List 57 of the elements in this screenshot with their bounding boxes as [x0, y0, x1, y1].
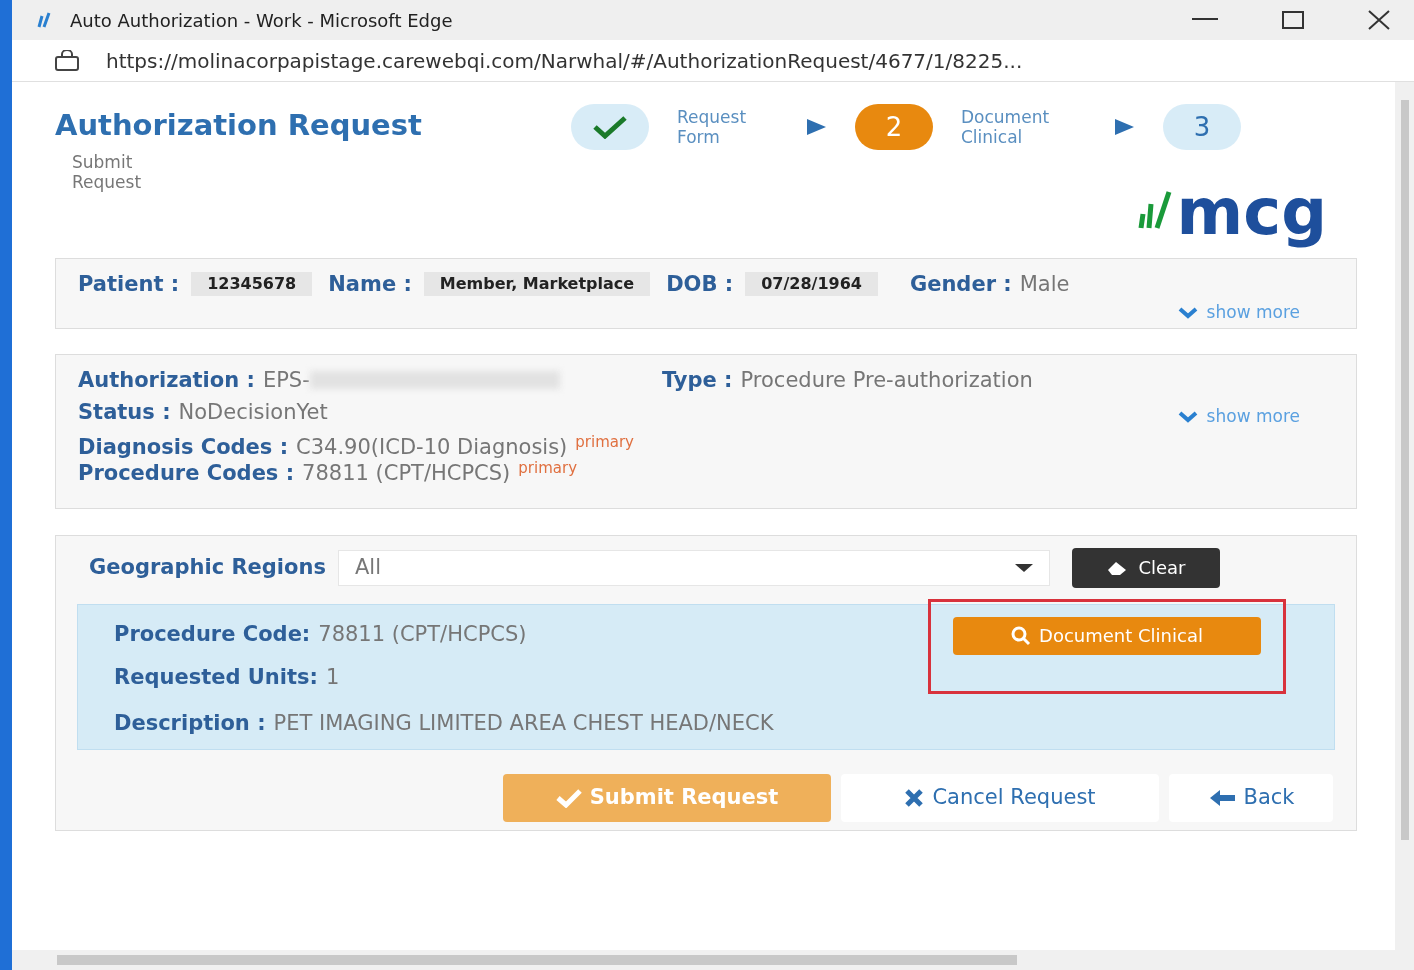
- regions-label: Geographic Regions: [89, 553, 326, 581]
- field-label: Diagnosis Codes :: [78, 433, 289, 460]
- check-icon: [555, 788, 582, 808]
- field-value: 78811 (CPT/HCPCS): [318, 620, 527, 648]
- field-value: 78811 (CPT/HCPCS): [302, 459, 511, 486]
- field-label: Requested Units:: [114, 664, 318, 691]
- field-value: C34.90(ICD-10 Diagnosis): [296, 433, 568, 460]
- chevron-down-icon: [1176, 410, 1199, 423]
- page-title: Authorization Request: [55, 107, 423, 144]
- show-more-link[interactable]: show more: [1206, 300, 1300, 326]
- field-label: Status :: [78, 399, 171, 426]
- horizontal-scrollbar-thumb[interactable]: [57, 955, 1017, 965]
- field-value: PET IMAGING LIMITED AREA CHEST HEAD/NECK: [273, 709, 774, 737]
- step-arrow-icon: [805, 118, 827, 136]
- show-more-link[interactable]: show more: [1206, 404, 1300, 430]
- step-number: 2: [855, 104, 933, 150]
- field-label: Gender :: [909, 270, 1012, 298]
- caret-icon: [1014, 563, 1033, 572]
- document-clinical-button[interactable]: Document Clinical: [953, 616, 1261, 655]
- step-arrow-icon: [1113, 118, 1135, 136]
- minimize-icon[interactable]: [1192, 18, 1218, 22]
- field-value: 07/28/1964: [745, 272, 878, 297]
- clear-button[interactable]: Clear: [1071, 547, 1220, 588]
- field-label: Patient :: [78, 270, 180, 298]
- field-value: Procedure Pre-authorization: [740, 366, 1033, 394]
- field-value: Male: [1019, 270, 1070, 298]
- maximize-icon[interactable]: [1282, 11, 1304, 29]
- cancel-button[interactable]: Cancel Request: [841, 774, 1159, 822]
- check-icon: [592, 115, 628, 139]
- field-label: Description :: [114, 709, 266, 737]
- field-value: 12345678: [191, 272, 313, 297]
- step-label: Document Clinical: [961, 107, 1051, 147]
- field-label: Procedure Codes :: [78, 459, 295, 486]
- field-value: EPS-: [262, 366, 310, 394]
- field-label: Type :: [662, 366, 733, 394]
- close-icon: [904, 788, 925, 808]
- lock-icon: [54, 49, 80, 72]
- page-subtitle: Submit Request: [72, 151, 143, 192]
- field-value: Member, Marketplace: [423, 272, 651, 297]
- primary-tag: primary: [518, 459, 578, 476]
- step-label: Request Form: [677, 107, 748, 147]
- back-button[interactable]: Back: [1169, 774, 1333, 822]
- chevron-down-icon: [1176, 306, 1199, 319]
- vertical-scrollbar-thumb[interactable]: [1400, 100, 1409, 840]
- address-url[interactable]: https://molinacorpapistage.carewebqi.com/Narwhal/#/AuthorizationRequest/4677/1/8225...: [106, 45, 1023, 76]
- step-number: 3: [1163, 104, 1241, 150]
- field-value: 1: [325, 664, 340, 691]
- regions-select[interactable]: All: [337, 549, 1050, 586]
- field-label: Authorization :: [78, 366, 255, 394]
- field-label: Name :: [328, 270, 412, 298]
- search-icon: [1011, 625, 1032, 646]
- window-title: Auto Authorization - Work - Microsoft Edge: [70, 8, 453, 33]
- field-label: Procedure Code:: [114, 620, 311, 648]
- field-value: NoDecisionYet: [178, 399, 328, 426]
- primary-tag: primary: [575, 433, 634, 450]
- close-icon[interactable]: [1368, 10, 1390, 30]
- field-label: DOB :: [666, 270, 734, 298]
